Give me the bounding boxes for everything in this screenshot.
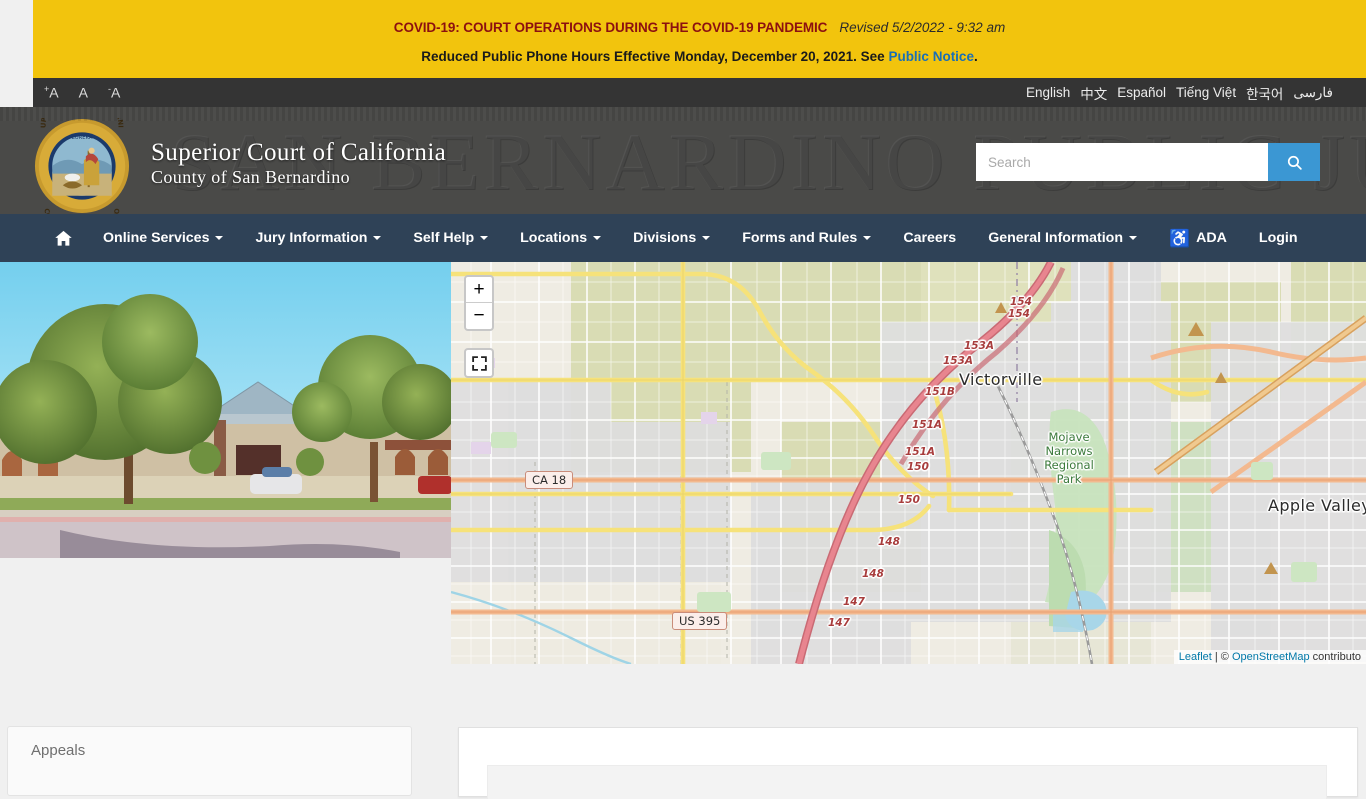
wheelchair-icon: ♿	[1169, 228, 1191, 248]
main-navigation: Online Services Jury Information Self He…	[0, 214, 1366, 262]
map-zoom-out-button[interactable]: −	[466, 303, 492, 329]
home-icon	[55, 230, 72, 246]
nav-locations-label: Locations	[520, 230, 588, 246]
chevron-down-icon	[702, 236, 711, 240]
site-brand[interactable]: Superior Court of California County of S…	[151, 139, 446, 189]
search-button[interactable]	[1268, 143, 1320, 181]
site-search	[976, 143, 1320, 181]
nav-jury-information-label: Jury Information	[255, 230, 368, 246]
map-attribution: Leaflet | © OpenStreetMap contributo	[1173, 650, 1366, 664]
nav-login-label: Login	[1258, 230, 1298, 246]
search-icon	[1287, 155, 1302, 170]
map-exit-label: 154	[1008, 308, 1030, 320]
openstreetmap-link[interactable]: OpenStreetMap	[1232, 651, 1310, 663]
map-route-shield-us-395: US 395	[672, 612, 728, 630]
nav-online-services-label: Online Services	[103, 230, 210, 246]
search-input[interactable]	[976, 143, 1268, 181]
nav-general-information[interactable]: General Information	[972, 214, 1153, 262]
phone-hours-text: Reduced Public Phone Hours Effective Mon…	[421, 48, 889, 64]
nav-self-help-label: Self Help	[413, 230, 475, 246]
appeals-label: Appeals	[31, 742, 86, 759]
map-exit-label: 150	[907, 461, 929, 473]
map-zoom-controls: + −	[464, 275, 494, 331]
public-notice-link[interactable]: Public Notice	[888, 49, 974, 64]
nav-ada-label: ADA	[1196, 230, 1227, 246]
brand-title: Superior Court of California	[151, 139, 447, 166]
nav-divisions-label: Divisions	[633, 230, 697, 246]
main-content-panel	[458, 727, 1358, 799]
utility-bar: +A A -A English 中文 Español Tiếng Việt 한국…	[33, 78, 1366, 107]
covid-alert-title: COVID-19: COURT OPERATIONS DURING THE CO…	[393, 19, 828, 35]
nav-general-information-label: General Information	[988, 230, 1123, 246]
nav-home[interactable]	[40, 214, 87, 262]
language-farsi[interactable]: فارسی	[1293, 85, 1333, 101]
map-exit-label: 150	[898, 494, 920, 506]
chevron-down-icon	[593, 236, 602, 240]
map-route-shield-ca-18: CA 18	[525, 471, 574, 489]
content-header-strip	[487, 765, 1327, 799]
map-exit-label: 151A	[905, 446, 936, 458]
nav-ada[interactable]: ♿ ADA	[1153, 214, 1243, 262]
chevron-down-icon	[863, 236, 872, 240]
svg-text:EUREKA: EUREKA	[72, 135, 93, 141]
language-spanish[interactable]: Español	[1117, 85, 1166, 100]
decrease-font-size-label: A	[110, 84, 121, 101]
map-exit-label: 148	[862, 568, 884, 580]
map-exit-label: 148	[878, 536, 900, 548]
map-exit-label: 153A	[964, 340, 995, 352]
attribution-separator: | ©	[1211, 651, 1232, 663]
map-exit-label: 147	[828, 617, 850, 629]
phone-hours-period: .	[973, 48, 978, 64]
nav-divisions[interactable]: Divisions	[617, 214, 726, 262]
nav-forms-and-rules-label: Forms and Rules	[742, 230, 858, 246]
map-label-apple-valley: Apple Valley	[1268, 496, 1366, 515]
nav-forms-and-rules[interactable]: Forms and Rules	[726, 214, 887, 262]
nav-login[interactable]: Login	[1243, 214, 1314, 262]
map-exit-label: 154	[1010, 296, 1032, 308]
language-selector: English 中文 Español Tiếng Việt 한국어 فارسی	[1026, 78, 1333, 107]
map-exit-label: 153A	[943, 355, 974, 367]
covid-alert-line-2: Reduced Public Phone Hours Effective Mon…	[421, 49, 977, 64]
decrease-font-size-button[interactable]: -A	[105, 83, 123, 102]
courthouse-photo	[0, 262, 452, 558]
language-vietnamese[interactable]: Tiếng Việt	[1176, 85, 1236, 100]
nav-careers-label: Careers	[903, 230, 957, 246]
language-english[interactable]: English	[1026, 85, 1070, 100]
language-chinese[interactable]: 中文	[1080, 83, 1107, 103]
nav-online-services[interactable]: Online Services	[87, 214, 239, 262]
increase-font-size-button[interactable]: +A	[41, 83, 62, 102]
covid-alert-line-1: COVID-19: COURT OPERATIONS DURING THE CO…	[394, 19, 1005, 37]
font-size-controls: +A A -A	[41, 78, 123, 107]
nav-self-help[interactable]: Self Help	[397, 214, 504, 262]
chevron-down-icon	[1129, 236, 1137, 240]
map-label-mojave-narrows-regional-park: Mojave Narrows Regional Park	[1044, 430, 1094, 487]
leaflet-link[interactable]: Leaflet	[1179, 651, 1212, 663]
map-fullscreen-button[interactable]	[464, 348, 494, 378]
default-font-size-button[interactable]: A	[76, 83, 91, 102]
court-seal-icon[interactable]: EUREKA SUPERIOR COURT OF CALIFORNIA COUN…	[34, 118, 130, 214]
chevron-down-icon	[215, 236, 224, 240]
increase-font-size-label: A	[49, 84, 59, 101]
covid-alert-banner: COVID-19: COURT OPERATIONS DURING THE CO…	[33, 0, 1366, 78]
language-korean[interactable]: 한국어	[1246, 83, 1283, 103]
map-zoom-in-button[interactable]: +	[466, 277, 492, 303]
appeals-accordion-item[interactable]: Appeals	[7, 726, 412, 796]
nav-locations[interactable]: Locations	[504, 214, 617, 262]
map-exit-label: 151A	[912, 419, 943, 431]
attribution-tail: contributo	[1309, 651, 1361, 663]
nav-careers[interactable]: Careers	[887, 214, 972, 262]
location-map[interactable]: Victorville Apple Valley Mojave Narrows …	[451, 262, 1366, 664]
chevron-down-icon	[373, 236, 382, 240]
nav-jury-information[interactable]: Jury Information	[239, 214, 397, 262]
courthouse-photo-image	[0, 262, 452, 558]
fullscreen-icon	[471, 355, 487, 371]
map-exit-label: 147	[843, 596, 865, 608]
covid-alert-revised: Revised 5/2/2022 - 9:32 am	[839, 19, 1006, 35]
default-font-size-label: A	[78, 84, 88, 101]
map-exit-label: 151B	[925, 386, 955, 398]
chevron-down-icon	[480, 236, 489, 240]
map-label-victorville: Victorville	[959, 370, 1043, 389]
brand-subtitle: County of San Bernardino	[151, 167, 351, 187]
